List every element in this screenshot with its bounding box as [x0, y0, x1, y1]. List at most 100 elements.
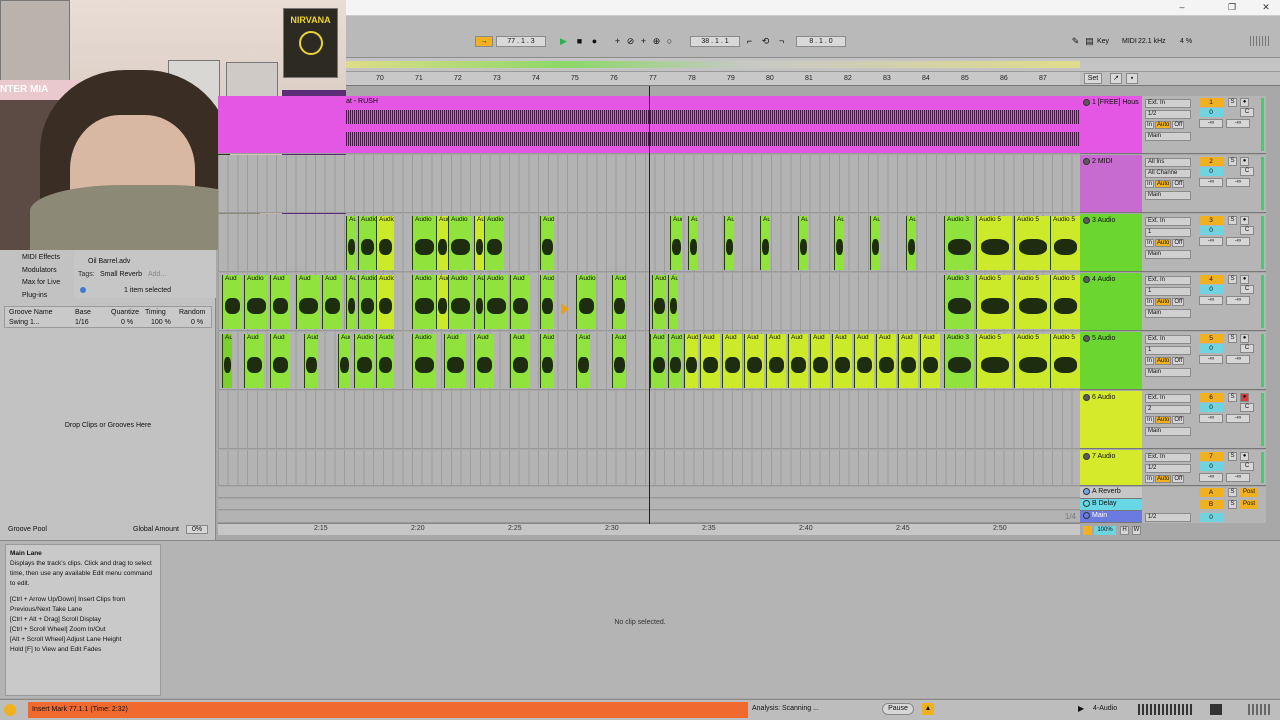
monitor-in-button[interactable]: In	[1145, 180, 1155, 188]
track-number[interactable]: 6	[1199, 393, 1223, 402]
audio-clip[interactable]: Aud	[798, 216, 808, 270]
audio-clip[interactable]: Audio 5	[1050, 334, 1080, 388]
groove-row-quantize[interactable]: 0 %	[121, 319, 133, 326]
track-header-6[interactable]: 6 Audio	[1080, 391, 1142, 449]
output-select[interactable]: Main	[1145, 309, 1191, 318]
solo-button[interactable]: S	[1228, 216, 1237, 225]
draw-icon[interactable]: +	[638, 36, 649, 47]
return-header-a[interactable]: A Reverb	[1080, 487, 1142, 499]
panel-toggle-icon[interactable]	[1248, 704, 1272, 715]
send-field[interactable]: -∞	[1199, 178, 1223, 187]
audio-clip[interactable]: Audio	[448, 275, 472, 329]
track-activator-icon[interactable]	[1083, 512, 1090, 519]
audio-clip[interactable]: Aud	[684, 334, 698, 388]
monitor-auto-button[interactable]: Auto	[1155, 180, 1172, 188]
solo-button[interactable]: S	[1228, 488, 1237, 497]
track-activator-icon[interactable]	[1083, 394, 1090, 401]
arm-button[interactable]: ●	[1240, 393, 1249, 402]
audio-clip[interactable]: Audio	[576, 275, 596, 329]
audio-clip[interactable]: Aud	[612, 275, 626, 329]
drop-hint[interactable]: Drop Clips or Grooves Here	[0, 422, 216, 429]
audio-clip[interactable]: Audio 5	[1014, 334, 1050, 388]
overdub-toggle[interactable]	[1083, 526, 1092, 535]
send-field[interactable]: -∞	[1199, 355, 1223, 364]
arm-button[interactable]: ●	[1240, 98, 1249, 107]
audio-clip[interactable]: Aud	[832, 334, 852, 388]
send-field[interactable]: -∞	[1199, 119, 1223, 128]
input-channel-select[interactable]: 1	[1145, 346, 1191, 355]
monitor-auto-button[interactable]: Auto	[1155, 475, 1172, 483]
audio-clip[interactable]: Aud	[474, 275, 484, 329]
audio-clip[interactable]: Aud	[540, 334, 554, 388]
capture-icon[interactable]: ⊕	[651, 36, 662, 47]
audio-clip[interactable]: Aud	[222, 275, 242, 329]
output-select[interactable]: Main	[1145, 250, 1191, 259]
output-select[interactable]: Main	[1145, 191, 1191, 200]
monitor-in-button[interactable]: In	[1145, 357, 1155, 365]
audio-clip[interactable]: Aud	[652, 275, 666, 329]
audio-clip[interactable]: Aud	[906, 216, 916, 270]
send-field[interactable]: -∞	[1226, 355, 1250, 364]
audio-clip[interactable]: Audio	[376, 334, 394, 388]
follow-button[interactable]: →	[475, 36, 493, 47]
audio-clip[interactable]: Audio	[412, 334, 436, 388]
monitor-off-button[interactable]: Off	[1172, 357, 1185, 365]
loop-length[interactable]: 8 . 1 . 0	[796, 36, 846, 47]
input-channel-select[interactable]: 1	[1145, 287, 1191, 296]
audio-clip[interactable]: Aud	[540, 216, 554, 270]
monitor-in-button[interactable]: In	[1145, 416, 1155, 424]
audio-clip[interactable]: Audio 5	[1050, 216, 1080, 270]
overdub-icon[interactable]: +	[612, 36, 623, 47]
monitor-off-button[interactable]: Off	[1172, 239, 1185, 247]
solo-button[interactable]: S	[1228, 334, 1237, 343]
audio-clip[interactable]: Aud	[322, 275, 342, 329]
audio-clip[interactable]: Aud	[670, 216, 682, 270]
return-b-num[interactable]: B	[1199, 500, 1223, 509]
input-channel-select[interactable]: 1	[1145, 228, 1191, 237]
track-activator-icon[interactable]	[1083, 500, 1090, 507]
solo-button[interactable]: S	[1228, 157, 1237, 166]
track-activator-icon[interactable]	[1083, 488, 1090, 495]
output-select[interactable]: Main	[1145, 132, 1191, 141]
audio-clip[interactable]: Aud	[810, 334, 830, 388]
audio-clip[interactable]: Aud	[760, 216, 770, 270]
output-select[interactable]: Main	[1145, 368, 1191, 377]
input-type-select[interactable]: Ext. In	[1145, 99, 1191, 108]
lock-icon[interactable]: ▪	[1126, 73, 1138, 84]
pencil-icon[interactable]: ✎	[1070, 36, 1081, 47]
audio-clip[interactable]: Audio	[354, 334, 374, 388]
solo-button[interactable]: S	[1228, 393, 1237, 402]
audio-clip[interactable]: Aud	[436, 275, 448, 329]
zoom-percent[interactable]: 100%	[1094, 526, 1116, 535]
monitor-off-button[interactable]: Off	[1172, 121, 1185, 129]
post-button[interactable]: Post	[1240, 488, 1258, 497]
keyboard-icon[interactable]: ▤	[1084, 36, 1095, 47]
audio-clip[interactable]: Aud	[444, 334, 466, 388]
arm-button[interactable]: ●	[1240, 157, 1249, 166]
track-activator-icon[interactable]	[1083, 99, 1090, 106]
view-toggle-icon[interactable]	[1210, 704, 1222, 715]
pan-field[interactable]: C	[1240, 226, 1254, 235]
monitor-off-button[interactable]: Off	[1172, 475, 1185, 483]
audio-clip[interactable]: Aud	[244, 334, 264, 388]
arm-button[interactable]: ●	[1240, 216, 1249, 225]
track-number[interactable]: 4	[1199, 275, 1223, 284]
audio-clip[interactable]: Aud	[436, 216, 448, 270]
monitor-off-button[interactable]: Off	[1172, 298, 1185, 306]
audio-clip[interactable]: Audio 5	[1050, 275, 1080, 329]
audio-clip[interactable]: Aud	[346, 275, 356, 329]
track-header-4[interactable]: 4 Audio	[1080, 273, 1142, 331]
return-a-num[interactable]: A	[1199, 488, 1223, 497]
volume-field[interactable]: 0	[1199, 167, 1223, 176]
audio-clip[interactable]: Aud	[338, 334, 350, 388]
arrangement-overview[interactable]	[346, 58, 1280, 72]
arm-button[interactable]: ●	[1240, 452, 1249, 461]
pan-field[interactable]: C	[1240, 462, 1254, 471]
track-header-3[interactable]: 3 Audio	[1080, 214, 1142, 272]
stop-icon[interactable]: ■	[574, 36, 585, 47]
audio-clip[interactable]: Aud	[870, 216, 880, 270]
audio-clip[interactable]: Aud	[688, 216, 698, 270]
monitor-in-button[interactable]: In	[1145, 475, 1155, 483]
category-midi-effects[interactable]: MIDI Effects	[8, 252, 60, 265]
audio-clip[interactable]: Aud	[222, 334, 232, 388]
